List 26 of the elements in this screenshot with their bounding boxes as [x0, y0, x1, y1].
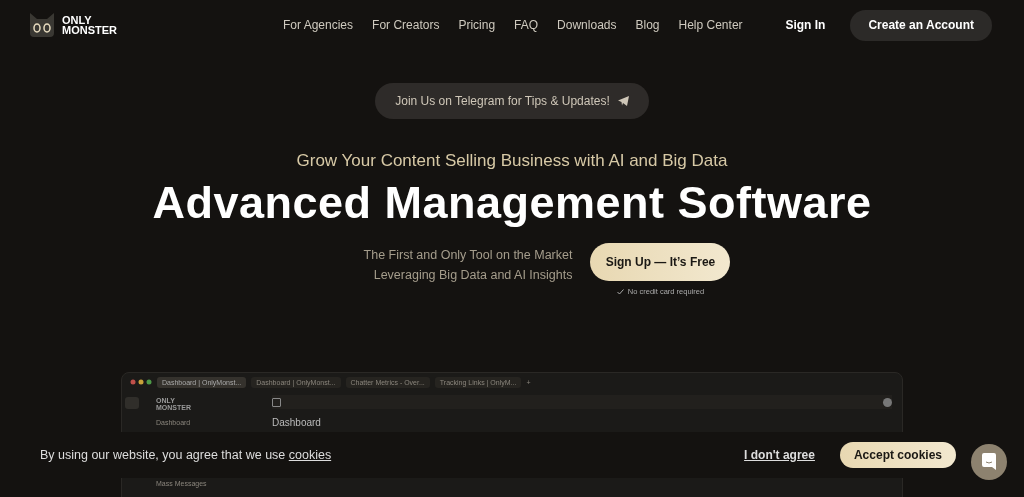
paper-plane-icon — [617, 96, 629, 106]
chat-icon — [981, 453, 997, 471]
dashboard-heading: Dashboard — [272, 417, 322, 428]
nav-link[interactable]: Pricing — [458, 18, 496, 32]
cookies-link[interactable]: cookies — [288, 448, 332, 462]
nav-link[interactable]: For Agencies — [283, 18, 354, 32]
sign-up-button[interactable]: Sign Up — It’s Free — [590, 243, 731, 281]
nav-link[interactable]: For Creators — [372, 18, 440, 32]
nav-link[interactable]: Blog — [635, 18, 660, 32]
nav-link[interactable]: Downloads — [557, 18, 617, 32]
hero-tagline: The First and Only Tool on the Market Leveraging Big Data and AI Insights — [363, 247, 573, 284]
nav-link[interactable]: Help Center — [678, 18, 743, 32]
create-account-button[interactable]: Create an Account — [850, 9, 992, 41]
accept-cookies-button[interactable]: Accept cookies — [839, 442, 956, 468]
sign-in-link[interactable]: Sign In — [785, 18, 826, 32]
window-controls-icon — [130, 379, 152, 385]
telegram-button[interactable]: Join Us on Telegram for Tips & Updates! — [375, 83, 649, 119]
hero-subtitle: Grow Your Content Selling Business with AI and Big Data — [296, 151, 728, 171]
avatar-icon — [883, 397, 892, 407]
brand-wordmark[interactable]: ONLY MONSTER — [62, 15, 117, 35]
hero-title: Advanced Management Software — [152, 177, 872, 229]
nav-link[interactable]: FAQ — [514, 18, 539, 32]
cookie-message: By using our website, you agree that we use cookies — [40, 448, 332, 462]
decline-link[interactable]: I don't agree — [744, 448, 815, 462]
sidebar-toggle-icon — [272, 397, 281, 407]
check-icon — [616, 288, 624, 295]
